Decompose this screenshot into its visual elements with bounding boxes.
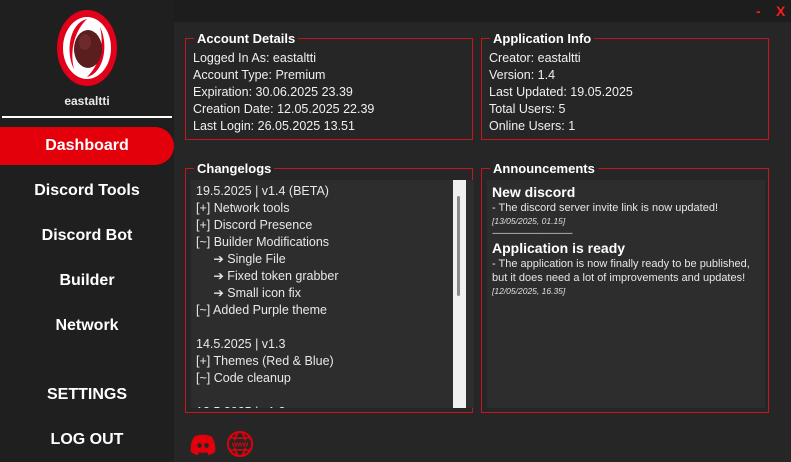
- expiration: Expiration: 30.06.2025 23.39: [193, 85, 353, 99]
- sidebar-item-network[interactable]: Network: [0, 307, 174, 345]
- announcement-body: - The discord server invite link is now …: [492, 202, 719, 214]
- close-button[interactable]: X: [776, 3, 785, 19]
- website-icon[interactable]: www: [226, 430, 254, 458]
- changelogs-box: Changelogs 19.5.2025 | v1.4 (BETA) [+] N…: [185, 161, 474, 413]
- sidebar-item-discord-tools[interactable]: Discord Tools: [0, 172, 174, 210]
- account-type: Account Type: Premium: [193, 68, 326, 82]
- creation-date: Creation Date: 12.05.2025 22.39: [193, 102, 375, 116]
- sidebar: eastaltti Dashboard Discord Tools Discor…: [0, 0, 174, 462]
- minimize-button[interactable]: -: [756, 3, 761, 19]
- announcement-date: [13/05/2025, 01.15]: [492, 216, 566, 226]
- changelog-textbox[interactable]: 19.5.2025 | v1.4 (BETA) [+] Network tool…: [191, 180, 474, 408]
- sidebar-divider: [2, 116, 172, 118]
- version: Version: 1.4: [489, 68, 556, 82]
- logged-in-as: Logged In As: eastaltti: [193, 51, 317, 65]
- changelog-text: 19.5.2025 | v1.4 (BETA) [+] Network tool…: [196, 184, 339, 408]
- announcement-body: - The application is now finally ready t…: [492, 258, 750, 284]
- online-users: Online Users: 1: [489, 119, 576, 133]
- sidebar-item-dashboard[interactable]: Dashboard: [0, 127, 174, 165]
- account-details-box: Account Details Logged In As: eastaltti …: [185, 31, 473, 140]
- announcements-box: Announcements New discord - The discord …: [481, 161, 769, 413]
- discord-icon[interactable]: [189, 430, 217, 458]
- scrollbar-thumb[interactable]: [457, 196, 460, 296]
- announcement-title: New discord: [492, 184, 576, 200]
- username-label: eastaltti: [64, 94, 110, 108]
- app-logo: [56, 9, 118, 87]
- announcement-item: New discord - The discord server invite …: [492, 183, 760, 227]
- announcements-title: Announcements: [493, 161, 595, 176]
- account-details-title: Account Details: [197, 31, 296, 46]
- announcement-divider: ----------------------------------------: [492, 228, 573, 238]
- logout-button[interactable]: LOG OUT: [0, 421, 174, 459]
- announcement-item: Application is ready - The application i…: [492, 239, 760, 297]
- svg-text:www: www: [231, 442, 249, 449]
- total-users: Total Users: 5: [489, 102, 566, 116]
- changelogs-title: Changelogs: [197, 161, 272, 176]
- announcement-date: [12/05/2025, 16.35]: [492, 286, 566, 296]
- last-updated: Last Updated: 19.05.2025: [489, 85, 633, 99]
- settings-button[interactable]: SETTINGS: [0, 376, 174, 414]
- application-info-box: Application Info Creator: eastaltti Vers…: [481, 31, 769, 140]
- sidebar-item-builder[interactable]: Builder: [0, 262, 174, 300]
- application-info-title: Application Info: [493, 31, 592, 46]
- changelog-scrollbar[interactable]: [453, 180, 466, 408]
- announcements-list: New discord - The discord server invite …: [487, 180, 765, 408]
- last-login: Last Login: 26.05.2025 13.51: [193, 119, 355, 133]
- creator: Creator: eastaltti: [489, 51, 581, 65]
- announcement-title: Application is ready: [492, 240, 626, 256]
- main-panel: Account Details Logged In As: eastaltti …: [174, 22, 791, 462]
- sidebar-item-discord-bot[interactable]: Discord Bot: [0, 217, 174, 255]
